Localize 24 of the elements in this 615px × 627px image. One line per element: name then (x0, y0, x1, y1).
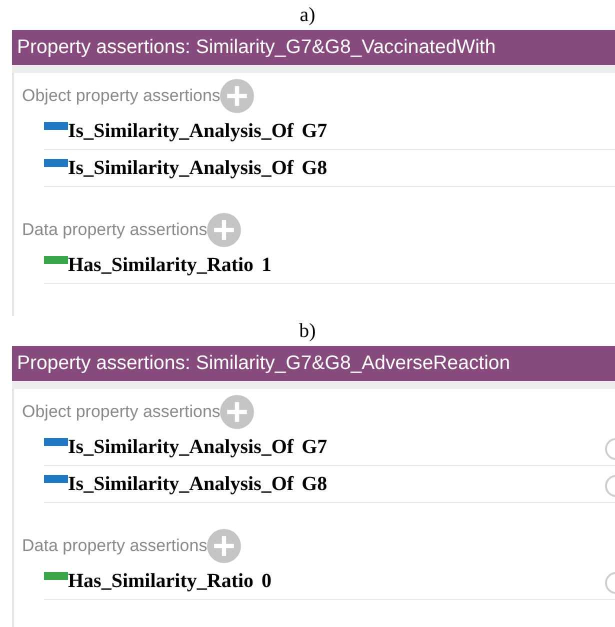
section-heading: Object property assertions (22, 86, 220, 106)
figure-caption: b) (298, 319, 317, 344)
property-name[interactable]: Is_Similarity_Analysis_Of (68, 472, 294, 496)
add-icon[interactable] (207, 213, 242, 247)
property-value[interactable]: G7 (302, 436, 328, 458)
property-name[interactable]: Is_Similarity_Analysis_Of (68, 156, 294, 180)
property-name[interactable]: Has_Similarity_Ratio (68, 570, 254, 592)
add-icon[interactable] (220, 395, 254, 429)
property-value[interactable]: 0 (262, 570, 272, 592)
panel-title-bar: Property assertions: Similarity_G7&G8_VaccinatedWith (12, 30, 615, 65)
property-value[interactable]: G8 (302, 472, 328, 496)
property-value[interactable]: G8 (302, 156, 328, 180)
property-name[interactable]: Is_Similarity_Analysis_Of (68, 120, 294, 142)
property-value[interactable]: G7 (302, 120, 328, 142)
add-icon[interactable] (207, 529, 242, 563)
section-heading: Data property assertions (22, 220, 208, 240)
add-icon[interactable] (220, 79, 254, 113)
section-heading: Object property assertions (22, 402, 220, 422)
panel-title-bar: Property assertions: Similarity_G7&G8_AdverseReaction (12, 346, 615, 381)
property-name[interactable]: Is_Similarity_Analysis_Of (68, 436, 294, 458)
figure-caption: a) (298, 3, 316, 28)
property-value[interactable]: 1 (262, 254, 272, 276)
property-name[interactable]: Has_Similarity_Ratio (68, 254, 254, 276)
section-heading: Data property assertions (22, 536, 208, 556)
